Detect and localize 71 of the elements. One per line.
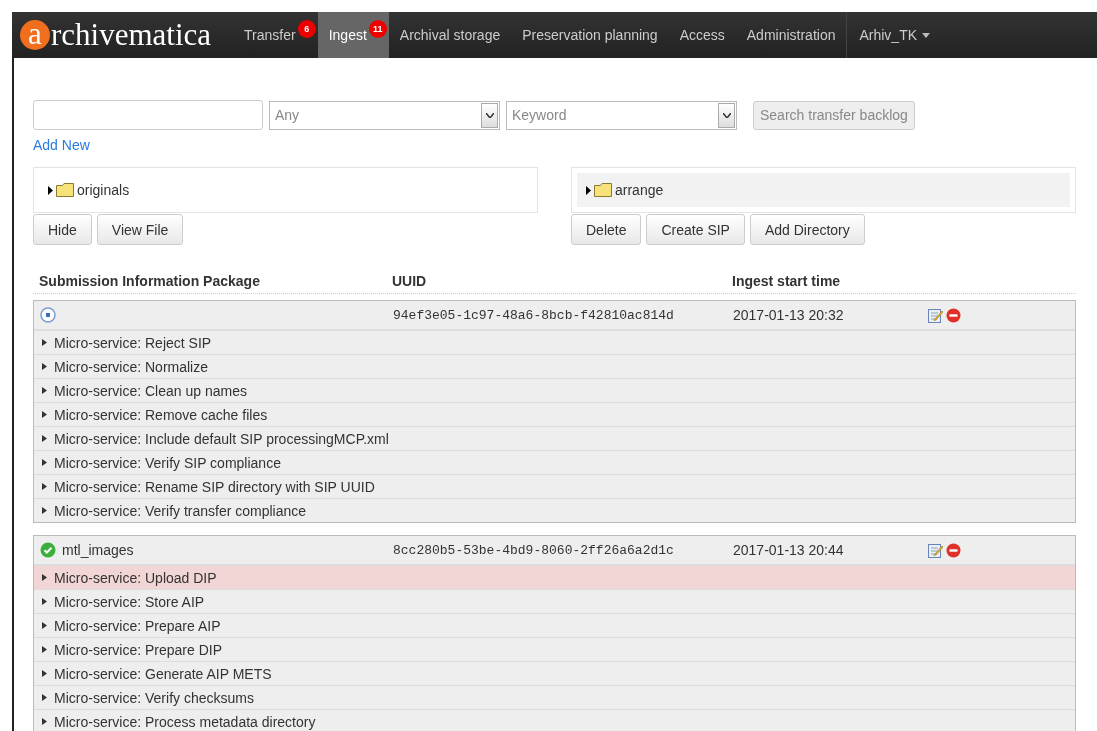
- action-button[interactable]: Hide: [33, 214, 92, 245]
- uuid-text: 8cc280b5-53be-4bd9-8060-2ff26a6a2d1c: [393, 542, 675, 558]
- caret-icon: [922, 32, 931, 38]
- dropdown-icon: [485, 112, 494, 118]
- expand-arrow-icon: [42, 339, 47, 346]
- expand-arrow-icon: [42, 507, 47, 514]
- tree-item[interactable]: arrange: [577, 173, 1070, 207]
- action-button[interactable]: View File: [96, 214, 184, 245]
- micro-service-row[interactable]: Micro-service: Rename SIP directory with SIP UUID: [34, 474, 1075, 498]
- start-time: 2017-01-13 20:44: [733, 542, 845, 558]
- folder-icon: [56, 183, 74, 197]
- action-button[interactable]: Delete: [571, 214, 642, 245]
- add-new-link[interactable]: Add New: [33, 137, 90, 153]
- expand-arrow-icon: [42, 483, 47, 490]
- tree-item[interactable]: originals: [39, 173, 532, 207]
- expand-arrow-icon: [586, 185, 591, 195]
- micro-service-row[interactable]: Micro-service: Remove cache files: [34, 402, 1075, 426]
- micro-service-row[interactable]: Micro-service: Store AIP: [34, 589, 1075, 613]
- column-header: UUID: [392, 273, 428, 289]
- field-select[interactable]: Any: [269, 100, 500, 130]
- uuid-text: 94ef3e05-1c97-48a6-8bcb-f42810ac814d: [393, 307, 675, 323]
- nav-tab[interactable]: Access: [668, 12, 736, 58]
- expand-arrow-icon: [42, 718, 47, 725]
- expand-arrow-icon: [42, 670, 47, 677]
- check-icon: [40, 542, 56, 558]
- micro-service-row[interactable]: Micro-service: Process metadata directory: [34, 709, 1075, 731]
- count-badge: 6: [297, 20, 316, 38]
- nav-tab[interactable]: Archival storage: [388, 12, 512, 58]
- nav-tab[interactable]: Preservation planning: [511, 12, 669, 58]
- column-header: Ingest start time: [732, 273, 842, 289]
- column-header: Submission Information Package: [39, 273, 261, 289]
- folder-icon: [594, 183, 612, 197]
- expand-arrow-icon: [42, 363, 47, 370]
- nav-tab[interactable]: Administration: [735, 12, 847, 58]
- action-button[interactable]: Create SIP: [646, 214, 745, 245]
- expand-arrow-icon: [42, 574, 47, 581]
- micro-service-row[interactable]: Micro-service: Upload DIP: [34, 565, 1075, 589]
- dropdown-icon: [722, 112, 731, 118]
- micro-service-row[interactable]: Micro-service: Normalize: [34, 354, 1075, 378]
- edit-metadata-icon[interactable]: [928, 307, 943, 323]
- nav-tab[interactable]: Ingest 11: [317, 12, 389, 58]
- expand-arrow-icon: [42, 411, 47, 418]
- micro-service-row[interactable]: Micro-service: Clean up names: [34, 378, 1075, 402]
- micro-service-row[interactable]: Micro-service: Generate AIP METS: [34, 661, 1075, 685]
- expand-arrow-icon: [42, 387, 47, 394]
- nav-tab[interactable]: Transfer 6: [233, 12, 318, 58]
- expand-arrow-icon: [42, 435, 47, 442]
- micro-service-row[interactable]: Micro-service: Verify transfer compliance: [34, 498, 1075, 522]
- micro-service-row[interactable]: Micro-service: Prepare DIP: [34, 637, 1075, 661]
- remove-icon[interactable]: [946, 542, 961, 558]
- user-menu[interactable]: Arhiv_TK: [846, 12, 943, 58]
- count-badge: 11: [368, 20, 387, 38]
- start-time: 2017-01-13 20:32: [733, 307, 845, 323]
- edit-metadata-icon[interactable]: [928, 542, 943, 558]
- expand-arrow-icon: [42, 459, 47, 466]
- micro-service-row[interactable]: Micro-service: Include default SIP processingMCP.xml: [34, 426, 1075, 450]
- micro-service-row[interactable]: Micro-service: Verify SIP compliance: [34, 450, 1075, 474]
- expand-arrow-icon: [42, 694, 47, 701]
- package-name: mtl_images: [62, 542, 134, 558]
- search-field[interactable]: [33, 100, 263, 130]
- expand-arrow-icon: [48, 185, 53, 195]
- micro-service-row[interactable]: Micro-service: Prepare AIP: [34, 613, 1075, 637]
- expand-arrow-icon: [42, 646, 47, 653]
- processing-icon: [40, 307, 56, 323]
- micro-service-row[interactable]: Micro-service: Verify checksums: [34, 685, 1075, 709]
- expand-arrow-icon: [42, 622, 47, 629]
- action-button[interactable]: Add Directory: [749, 214, 865, 245]
- remove-icon[interactable]: [946, 307, 961, 323]
- micro-service-row[interactable]: Micro-service: Reject SIP: [34, 330, 1075, 354]
- query-type-select[interactable]: Keyword: [506, 100, 737, 130]
- expand-arrow-icon: [42, 598, 47, 605]
